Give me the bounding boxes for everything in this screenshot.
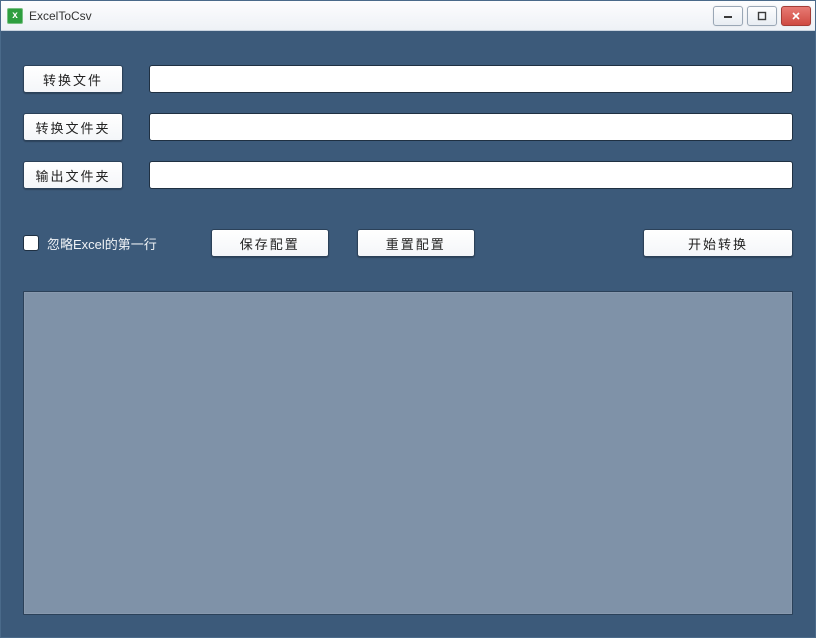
ignore-first-row-label: 忽略Excel的第一行: [47, 234, 157, 253]
log-output[interactable]: [23, 291, 793, 615]
close-button[interactable]: [781, 6, 811, 26]
client-area: 转换文件 转换文件夹 输出文件夹 忽略Excel的第一行 保存配置 重置配置: [1, 31, 815, 637]
checkbox-icon: [23, 235, 39, 251]
maximize-button[interactable]: [747, 6, 777, 26]
convert-folder-button[interactable]: 转换文件夹: [23, 113, 123, 141]
window-controls: [713, 6, 811, 26]
save-config-button[interactable]: 保存配置: [211, 229, 329, 257]
app-window: x ExcelToCsv: [0, 0, 816, 638]
row-convert-file: 转换文件: [23, 65, 793, 93]
ignore-first-row-checkbox[interactable]: 忽略Excel的第一行: [23, 234, 157, 253]
maximize-icon: [757, 11, 767, 21]
window-title: ExcelToCsv: [29, 9, 92, 23]
close-icon: [791, 11, 801, 21]
titlebar: x ExcelToCsv: [1, 1, 815, 31]
config-buttons: 保存配置 重置配置: [211, 229, 475, 257]
minimize-button[interactable]: [713, 6, 743, 26]
action-row: 忽略Excel的第一行 保存配置 重置配置 开始转换: [23, 229, 793, 257]
convert-file-button[interactable]: 转换文件: [23, 65, 123, 93]
form-rows: 转换文件 转换文件夹 输出文件夹: [23, 65, 793, 189]
output-folder-button[interactable]: 输出文件夹: [23, 161, 123, 189]
row-output-folder: 输出文件夹: [23, 161, 793, 189]
reset-config-button[interactable]: 重置配置: [357, 229, 475, 257]
app-icon: x: [7, 8, 23, 24]
minimize-icon: [723, 11, 733, 21]
convert-folder-input[interactable]: [149, 113, 793, 141]
start-convert-button[interactable]: 开始转换: [643, 229, 793, 257]
output-folder-input[interactable]: [149, 161, 793, 189]
convert-file-input[interactable]: [149, 65, 793, 93]
row-convert-folder: 转换文件夹: [23, 113, 793, 141]
